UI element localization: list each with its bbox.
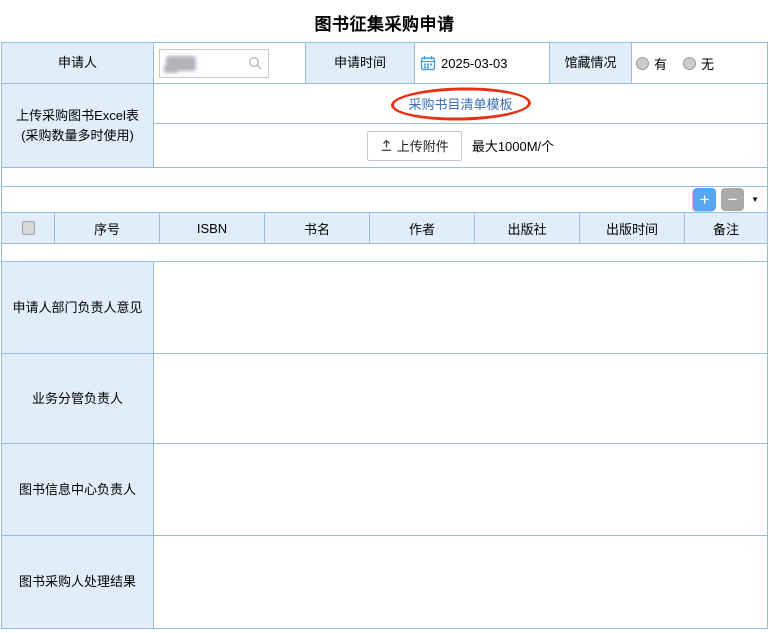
radio-option-yes[interactable]: 有 xyxy=(636,54,667,73)
template-link-row: 采购书目清单模板 xyxy=(154,84,767,124)
upload-button-row: 上传附件 最大1000M/个 xyxy=(154,124,767,167)
column-header-pubdate: 出版时间 xyxy=(580,213,685,243)
calendar-icon xyxy=(420,55,436,71)
redacted-name-value xyxy=(166,56,196,71)
template-download-link[interactable]: 采购书目清单模板 xyxy=(408,94,512,113)
search-icon xyxy=(248,56,262,70)
remove-row-button[interactable]: − xyxy=(721,188,744,211)
max-size-note: 最大1000M/个 xyxy=(472,136,554,155)
column-header-author: 作者 xyxy=(370,213,475,243)
section-content xyxy=(154,536,767,628)
collection-status-label: 馆藏情况 xyxy=(550,43,632,83)
column-header-publisher: 出版社 xyxy=(475,213,580,243)
section-label: 图书信息中心负责人 xyxy=(2,444,154,535)
grid-empty-body xyxy=(2,244,767,262)
column-header-isbn: ISBN xyxy=(160,213,265,243)
select-all-cell xyxy=(2,213,55,243)
upload-attachment-button[interactable]: 上传附件 xyxy=(367,131,462,161)
column-header-remark: 备注 xyxy=(685,213,767,243)
radio-button-icon[interactable] xyxy=(683,57,696,70)
upload-icon xyxy=(380,139,393,152)
upload-button-label: 上传附件 xyxy=(397,136,449,155)
section-purchaser-result: 图书采购人处理结果 xyxy=(2,536,767,628)
applicant-input-cell xyxy=(154,43,306,83)
section-content xyxy=(154,444,767,535)
radio-option-yes-label: 有 xyxy=(654,54,667,73)
apply-time-value: 2025-03-03 xyxy=(441,56,508,71)
section-content xyxy=(154,354,767,443)
apply-time-field[interactable]: 2025-03-03 xyxy=(415,43,550,83)
radio-button-icon[interactable] xyxy=(636,57,649,70)
upload-section: 上传采购图书Excel表 (采购数量多时使用) 采购书目清单模板 上传附件 xyxy=(2,84,767,168)
section-info-center-leader: 图书信息中心负责人 xyxy=(2,444,767,536)
collection-status-options: 有 无 xyxy=(632,43,767,83)
section-label: 图书采购人处理结果 xyxy=(2,536,154,628)
add-row-button[interactable]: + xyxy=(693,188,716,211)
section-label: 申请人部门负责人意见 xyxy=(2,262,154,353)
purchase-application-form: 申请人 申请时间 xyxy=(1,42,768,629)
spacer-row xyxy=(2,168,767,187)
radio-option-no[interactable]: 无 xyxy=(683,54,714,73)
grid-toolbar: + − ▼ xyxy=(2,187,767,213)
upload-section-label: 上传采购图书Excel表 (采购数量多时使用) xyxy=(2,84,154,167)
section-label: 业务分管负责人 xyxy=(2,354,154,443)
applicant-row: 申请人 申请时间 xyxy=(2,43,767,84)
column-header-seq: 序号 xyxy=(55,213,160,243)
applicant-label: 申请人 xyxy=(2,43,154,83)
page-title: 图书征集采购申请 xyxy=(0,0,769,44)
radio-option-no-label: 无 xyxy=(701,54,714,73)
section-dept-leader-opinion: 申请人部门负责人意见 xyxy=(2,262,767,354)
apply-time-label: 申请时间 xyxy=(306,43,415,83)
book-grid-header: 序号 ISBN 书名 作者 出版社 出版时间 备注 xyxy=(2,213,767,244)
select-all-checkbox[interactable] xyxy=(22,221,35,235)
applicant-input[interactable] xyxy=(159,49,269,78)
section-content xyxy=(154,262,767,353)
section-business-leader: 业务分管负责人 xyxy=(2,354,767,444)
caret-down-icon[interactable]: ▼ xyxy=(749,195,761,204)
column-header-title: 书名 xyxy=(265,213,370,243)
